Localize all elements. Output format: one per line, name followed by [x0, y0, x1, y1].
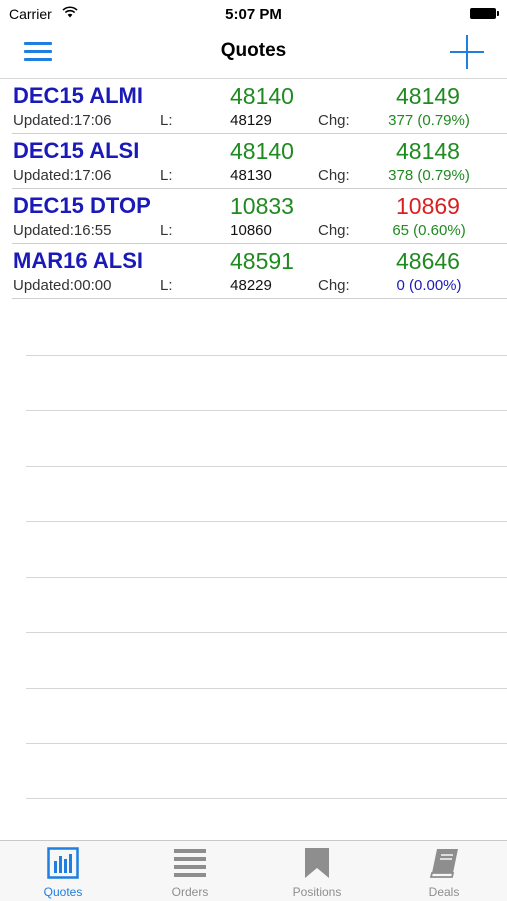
change-label: Chg:	[318, 167, 350, 184]
tab-positions[interactable]: Positions	[254, 841, 380, 901]
tab-label: Orders	[171, 885, 209, 899]
ask-price: 48646	[396, 248, 460, 274]
battery-icon	[470, 8, 499, 19]
ask-price: 48149	[396, 83, 460, 109]
empty-row-divider	[26, 410, 507, 411]
change-label: Chg:	[318, 222, 350, 239]
ask-price: 48148	[396, 138, 460, 164]
updated-time: Updated:17:06	[13, 112, 112, 129]
low-value: 48229	[230, 277, 272, 294]
tab-bar: Quotes Orders Positions Deals	[0, 840, 507, 901]
bid-price: 10833	[230, 193, 294, 219]
clock: 5:07 PM	[225, 6, 282, 23]
instrument-name: DEC15 ALSI	[13, 138, 140, 163]
list-icon	[174, 849, 206, 877]
change-label: Chg:	[318, 277, 350, 294]
empty-row-divider	[26, 466, 507, 467]
low-label: L:	[160, 112, 173, 129]
empty-row-divider	[26, 355, 507, 356]
change-value: 0 (0.00%)	[396, 277, 462, 294]
quote-row[interactable]: DEC15 ALMI 48140 48149 Updated:17:06 L: …	[12, 79, 507, 134]
low-value: 48130	[230, 167, 272, 184]
updated-time: Updated:17:06	[13, 167, 112, 184]
page-title: Quotes	[220, 40, 287, 61]
empty-row-divider	[26, 798, 507, 799]
bar-chart-icon	[47, 847, 79, 879]
ask-price: 10869	[396, 193, 460, 219]
low-label: L:	[160, 167, 173, 184]
empty-row-divider	[26, 521, 507, 522]
empty-row-divider	[26, 688, 507, 689]
status-bar: Carrier 5:07 PM	[0, 0, 507, 28]
book-icon	[429, 849, 458, 878]
change-value: 377 (0.79%)	[388, 112, 470, 129]
empty-row-divider	[26, 743, 507, 744]
updated-time: Updated:00:00	[13, 277, 112, 294]
navigation-bar: Quotes	[0, 28, 507, 79]
bid-price: 48591	[230, 248, 294, 274]
change-value: 378 (0.79%)	[388, 167, 470, 184]
tab-label: Quotes	[43, 885, 83, 899]
updated-time: Updated:16:55	[13, 222, 112, 239]
quote-row[interactable]: MAR16 ALSI 48591 48646 Updated:00:00 L: …	[12, 244, 507, 299]
quote-row[interactable]: DEC15 ALSI 48140 48148 Updated:17:06 L: …	[12, 134, 507, 189]
change-label: Chg:	[318, 112, 350, 129]
low-value: 10860	[230, 222, 272, 239]
tab-label: Deals	[428, 885, 460, 899]
add-icon[interactable]	[450, 35, 484, 69]
tab-label: Positions	[292, 885, 342, 899]
tab-orders[interactable]: Orders	[127, 841, 253, 901]
instrument-name: MAR16 ALSI	[13, 248, 143, 273]
low-label: L:	[160, 277, 173, 294]
instrument-name: DEC15 ALMI	[13, 83, 143, 108]
tab-deals[interactable]: Deals	[381, 841, 507, 901]
bookmark-icon	[305, 848, 329, 878]
empty-row-divider	[26, 632, 507, 633]
bid-price: 48140	[230, 138, 294, 164]
quote-row[interactable]: DEC15 DTOP 10833 10869 Updated:16:55 L: …	[12, 189, 507, 244]
empty-row-divider	[26, 577, 507, 578]
tab-quotes[interactable]: Quotes	[0, 841, 126, 901]
low-value: 48129	[230, 112, 272, 129]
bid-price: 48140	[230, 83, 294, 109]
change-value: 65 (0.60%)	[392, 222, 466, 239]
instrument-name: DEC15 DTOP	[13, 193, 151, 218]
low-label: L:	[160, 222, 173, 239]
quotes-list: DEC15 ALMI 48140 48149 Updated:17:06 L: …	[0, 79, 507, 299]
